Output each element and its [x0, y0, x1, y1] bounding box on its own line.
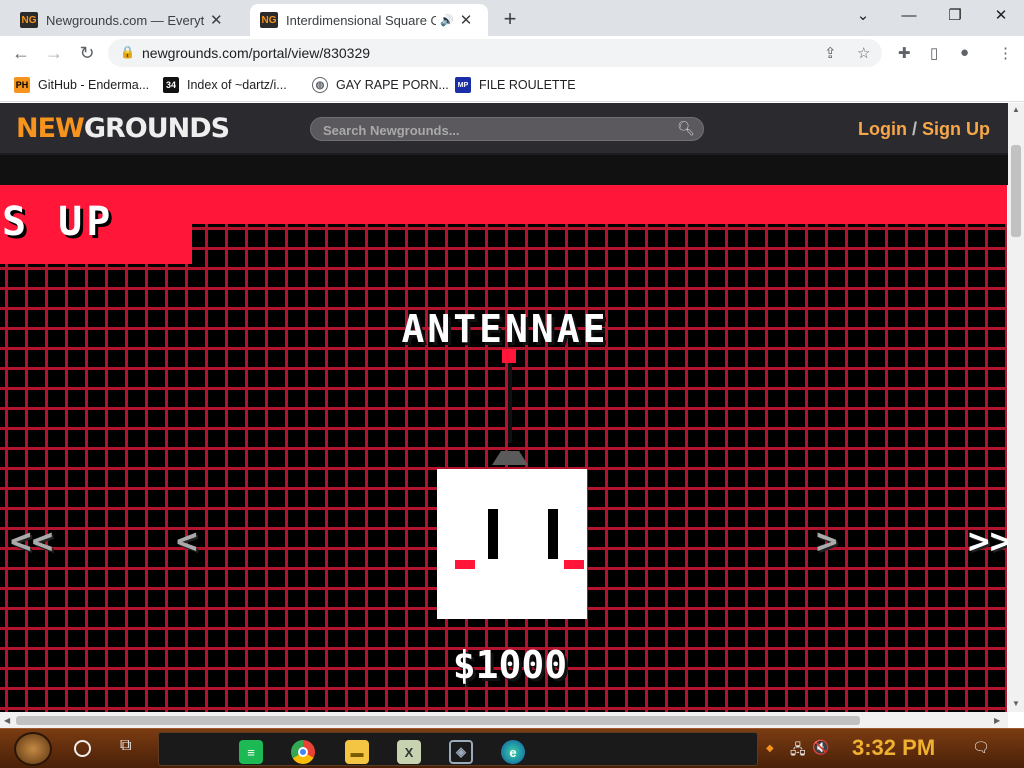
item-name: ANTENNAE — [401, 307, 609, 351]
top-red-band — [0, 185, 1007, 224]
login-separator: / — [912, 119, 918, 139]
horizontal-scroll-thumb[interactable] — [16, 716, 860, 725]
close-tab-icon[interactable]: ✕ — [460, 11, 473, 29]
mp-favicon-icon: MP — [455, 77, 471, 93]
site-search: 🔍︎ — [310, 117, 704, 141]
reload-icon[interactable]: ↻ — [75, 41, 99, 65]
notifications-icon[interactable]: 🗨 — [972, 739, 990, 756]
horizontal-scrollbar[interactable]: ◀ ▶ — [0, 712, 1008, 728]
new-tab-button[interactable]: + — [498, 6, 522, 32]
minimize-icon[interactable]: — — [886, 0, 932, 30]
right-blush — [564, 560, 584, 569]
tab-interdimensional-square[interactable]: NG Interdimensional Square O 🔊 ✕ — [250, 4, 488, 36]
index-favicon-icon: 34 — [163, 77, 179, 93]
left-eye — [488, 509, 498, 559]
login-link[interactable]: Login — [858, 119, 907, 139]
right-eye — [548, 509, 558, 559]
banner-text: S UP — [2, 199, 115, 245]
back-arrow-icon[interactable]: ← — [9, 41, 33, 65]
browser-toolbar: ← → ↻ 🔒 newgrounds.com/portal/view/83032… — [0, 36, 1024, 70]
tab-title: Interdimensional Square O — [286, 12, 436, 28]
bookmark-third[interactable]: ◍ GAY RAPE PORN... — [312, 77, 449, 93]
scroll-left-icon[interactable]: ◀ — [4, 716, 10, 725]
file-explorer-icon[interactable]: ▬ — [345, 740, 369, 764]
search-input[interactable] — [323, 121, 673, 139]
task-view-icon[interactable]: ⧉ — [120, 737, 131, 755]
bookmark-index-of[interactable]: 34 Index of ~dartz/i... — [163, 77, 287, 93]
antenna-tip — [502, 349, 516, 363]
antenna-base — [492, 451, 528, 465]
ph-favicon-icon: PH — [14, 77, 30, 93]
newgrounds-favicon-icon: NG — [260, 12, 278, 28]
vertical-scroll-thumb[interactable] — [1011, 145, 1021, 237]
network-icon[interactable]: 🖧 — [790, 739, 806, 763]
bookmark-file-roulette[interactable]: MP FILE ROULETTE — [455, 77, 576, 93]
next-item-arrow[interactable]: > — [816, 521, 838, 562]
edge-icon[interactable]: e — [501, 740, 525, 764]
search-icon[interactable]: 🔍︎ — [677, 120, 695, 137]
address-bar[interactable]: 🔒 newgrounds.com/portal/view/830329 ⇪ ☆ — [108, 39, 882, 67]
xd-app-icon[interactable]: X — [397, 740, 421, 764]
volume-muted-icon[interactable]: 🔇 — [812, 739, 829, 756]
item-price: $1000 — [452, 643, 568, 687]
antenna-stem — [508, 363, 512, 443]
game-canvas[interactable]: S UP ANTENNAE $1000 << < > >> — [0, 185, 1007, 712]
tab-title: Newgrounds.com — Everything — [46, 12, 204, 28]
start-button-icon[interactable] — [14, 732, 52, 766]
cortana-circle-icon[interactable] — [74, 740, 91, 757]
vertical-scrollbar[interactable]: ▲ ▼ — [1008, 103, 1024, 712]
windows-taskbar: ⧉ ≡ ▬ X ◈ e ◆ 🖧 🔇 3:32 PM 🗨 — [0, 728, 1024, 768]
newgrounds-logo[interactable]: NEWGROUNDS — [16, 113, 230, 144]
lock-icon[interactable]: 🔒 — [120, 45, 135, 59]
tab-newgrounds-home[interactable]: NG Newgrounds.com — Everything ✕ — [10, 4, 248, 36]
tab-strip: NG Newgrounds.com — Everything ✕ NG Inte… — [0, 0, 1024, 36]
bookmarks-bar: PH GitHub - Enderma... 34 Index of ~dart… — [0, 70, 1024, 102]
login-signup: Login / Sign Up — [858, 119, 990, 140]
bookmark-label: FILE ROULETTE — [479, 78, 576, 92]
bookmark-label: GitHub - Enderma... — [38, 78, 150, 92]
square-character — [437, 469, 587, 619]
url-text[interactable]: newgrounds.com/portal/view/830329 — [142, 45, 370, 61]
last-item-arrow[interactable]: >> — [968, 521, 1007, 562]
scroll-right-icon[interactable]: ▶ — [994, 716, 1000, 725]
bookmark-github[interactable]: PH GitHub - Enderma... — [14, 77, 149, 93]
first-item-arrow[interactable]: << — [10, 521, 53, 562]
close-window-icon[interactable]: ✕ — [978, 0, 1024, 30]
header-substrip — [0, 155, 1008, 185]
close-tab-icon[interactable]: ✕ — [210, 11, 223, 29]
bookmark-label: GAY RAPE PORN... — [336, 78, 449, 92]
spotify-icon[interactable]: ≡ — [239, 740, 263, 764]
tray-overflow-icon[interactable]: ◆ — [766, 743, 774, 754]
chrome-icon[interactable] — [291, 740, 315, 764]
bookmark-label: Index of ~dartz/i... — [187, 78, 287, 92]
taskbar-app-tray: ≡ ▬ X ◈ e — [158, 732, 758, 766]
taskbar-clock[interactable]: 3:32 PM — [852, 735, 935, 761]
scroll-up-icon[interactable]: ▲ — [1012, 105, 1020, 114]
newgrounds-header: NEWGROUNDS 🔍︎ Login / Sign Up — [0, 103, 1008, 155]
forward-arrow-icon[interactable]: → — [42, 41, 66, 65]
logo-grounds: GROUNDS — [83, 113, 230, 144]
3d-cube-icon[interactable]: ◈ — [449, 740, 473, 764]
logo-new: NEW — [16, 113, 85, 144]
side-panel-icon[interactable]: ▯ — [930, 44, 938, 62]
left-blush — [455, 560, 475, 569]
previous-item-arrow[interactable]: < — [176, 521, 198, 562]
globe-icon: ◍ — [312, 77, 328, 93]
bookmark-star-icon[interactable]: ☆ — [857, 44, 870, 62]
extensions-puzzle-icon[interactable]: ✚ — [898, 44, 911, 62]
newgrounds-favicon-icon: NG — [20, 12, 38, 28]
speaker-icon[interactable]: 🔊 — [440, 14, 454, 27]
share-icon[interactable]: ⇪ — [824, 44, 837, 62]
profile-avatar-icon[interactable]: ● — [960, 44, 969, 61]
menu-kebab-icon[interactable]: ⋮ — [998, 44, 1013, 62]
tab-search-chevron-icon[interactable]: ⌄ — [840, 0, 886, 30]
signup-link[interactable]: Sign Up — [922, 119, 990, 139]
scroll-down-icon[interactable]: ▼ — [1012, 699, 1020, 708]
restore-icon[interactable]: ❐ — [932, 0, 978, 30]
